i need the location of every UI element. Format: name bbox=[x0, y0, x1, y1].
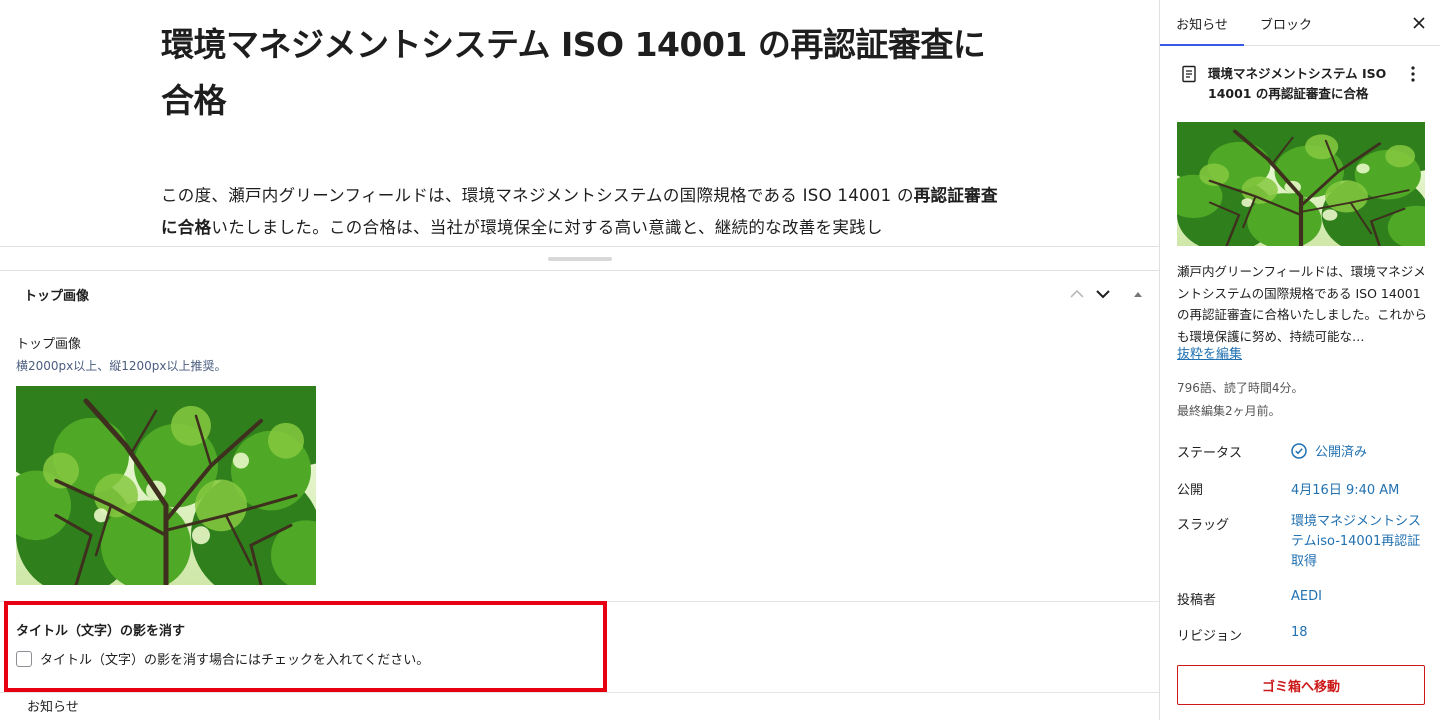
metabox-title: トップ画像 bbox=[24, 289, 90, 304]
slug-value[interactable]: 環境マネジメントシステムiso-14001再認証取得 bbox=[1291, 512, 1421, 572]
post-excerpt: 瀬戸内グリーンフィールドは、環境マネジメントシステムの国際規格である ISO 1… bbox=[1177, 264, 1428, 344]
post-actions-button[interactable] bbox=[1404, 64, 1422, 84]
tab-block[interactable]: ブロック bbox=[1260, 0, 1312, 46]
more-vertical-icon bbox=[1411, 66, 1415, 82]
metabox-header: トップ画像 bbox=[0, 271, 1159, 317]
tab-post[interactable]: お知らせ bbox=[1160, 0, 1244, 46]
publish-date-value[interactable]: 4月16日 9:40 AM bbox=[1291, 479, 1399, 498]
move-down-button[interactable] bbox=[1093, 285, 1113, 303]
move-to-trash-button[interactable]: ゴミ箱へ移動 bbox=[1177, 665, 1425, 705]
shadow-checkbox[interactable] bbox=[16, 650, 32, 667]
status-text: 公開済み bbox=[1315, 445, 1368, 460]
tree-image bbox=[1177, 122, 1425, 246]
post-paragraph[interactable]: この度、瀬戸内グリーンフィールドは、環境マネジメントシステムの国際規格である I… bbox=[161, 180, 1001, 244]
footer-divider bbox=[0, 692, 1159, 693]
close-sidebar-button[interactable] bbox=[1409, 13, 1429, 33]
paragraph-text-b: いたしました。この合格は、当社が環境保全に対する高い意識と、継続的な改善を実践し bbox=[211, 218, 883, 237]
tree-image bbox=[16, 386, 316, 585]
slug-label: スラッグ bbox=[1177, 518, 1230, 533]
post-title[interactable]: 環境マネジメントシステム ISO 14001 の再認証審査に合格 bbox=[161, 17, 1001, 129]
published-check-icon bbox=[1291, 442, 1307, 459]
shadow-field-label: タイトル（文字）の影を消す bbox=[16, 624, 186, 639]
edit-excerpt-link[interactable]: 抜粋を編集 bbox=[1177, 343, 1242, 362]
settings-sidebar: お知らせ ブロック 環境マネジメントシステム ISO 14001 の再認証審査に… bbox=[1159, 0, 1440, 720]
status-value[interactable]: 公開済み bbox=[1291, 441, 1367, 460]
breadcrumb[interactable]: お知らせ bbox=[27, 696, 79, 715]
revisions-value[interactable]: 18 bbox=[1291, 625, 1308, 640]
top-image-description: 横2000px以上、縦1200px以上推奨。 bbox=[16, 359, 227, 373]
shadow-checkbox-row[interactable]: タイトル（文字）の影を消す場合にはチェックを入れてください。 bbox=[16, 649, 429, 668]
sidebar-tabs: お知らせ ブロック bbox=[1160, 0, 1440, 46]
word-count: 796語、読了時間4分。 bbox=[1177, 381, 1304, 395]
top-image-preview[interactable] bbox=[16, 386, 316, 585]
metabox-resize-bar[interactable] bbox=[0, 246, 1159, 271]
chevron-down-icon bbox=[1096, 290, 1110, 299]
status-label: ステータス bbox=[1177, 446, 1243, 461]
close-icon bbox=[1413, 17, 1425, 29]
document-icon bbox=[1182, 65, 1196, 83]
caret-up-icon bbox=[1134, 292, 1142, 297]
editor-canvas[interactable]: 環境マネジメントシステム ISO 14001 の再認証審査に合格 この度、瀬戸内… bbox=[0, 0, 1159, 246]
revisions-label: リビジョン bbox=[1177, 629, 1243, 644]
move-up-button[interactable] bbox=[1067, 285, 1087, 303]
post-stats: 796語、読了時間4分。 最終編集2ヶ月前。 bbox=[1177, 377, 1304, 423]
resize-handle[interactable] bbox=[548, 257, 612, 261]
editor-app: 環境マネジメントシステム ISO 14001 の再認証審査に合格 この度、瀬戸内… bbox=[0, 0, 1440, 720]
last-edited: 最終編集2ヶ月前。 bbox=[1177, 404, 1281, 418]
highlight-annotation bbox=[4, 601, 607, 692]
author-value[interactable]: AEDI bbox=[1291, 589, 1322, 604]
toggle-panel-button[interactable] bbox=[1128, 285, 1148, 303]
featured-image[interactable] bbox=[1177, 122, 1425, 246]
publish-label: 公開 bbox=[1177, 483, 1204, 498]
shadow-checkbox-label: タイトル（文字）の影を消す場合にはチェックを入れてください。 bbox=[40, 653, 430, 668]
metabox-area: トップ画像 トップ画像 横2000px以上、縦1200px以上推奨。 タイトル（… bbox=[0, 271, 1159, 720]
author-label: 投稿者 bbox=[1177, 593, 1217, 608]
chevron-up-icon bbox=[1070, 289, 1084, 298]
paragraph-text-a: この度、瀬戸内グリーンフィールドは、環境マネジメントシステムの国際規格である I… bbox=[161, 186, 914, 205]
sidebar-post-title: 環境マネジメントシステム ISO 14001 の再認証審査に合格 bbox=[1208, 66, 1387, 101]
top-image-label: トップ画像 bbox=[16, 337, 82, 352]
